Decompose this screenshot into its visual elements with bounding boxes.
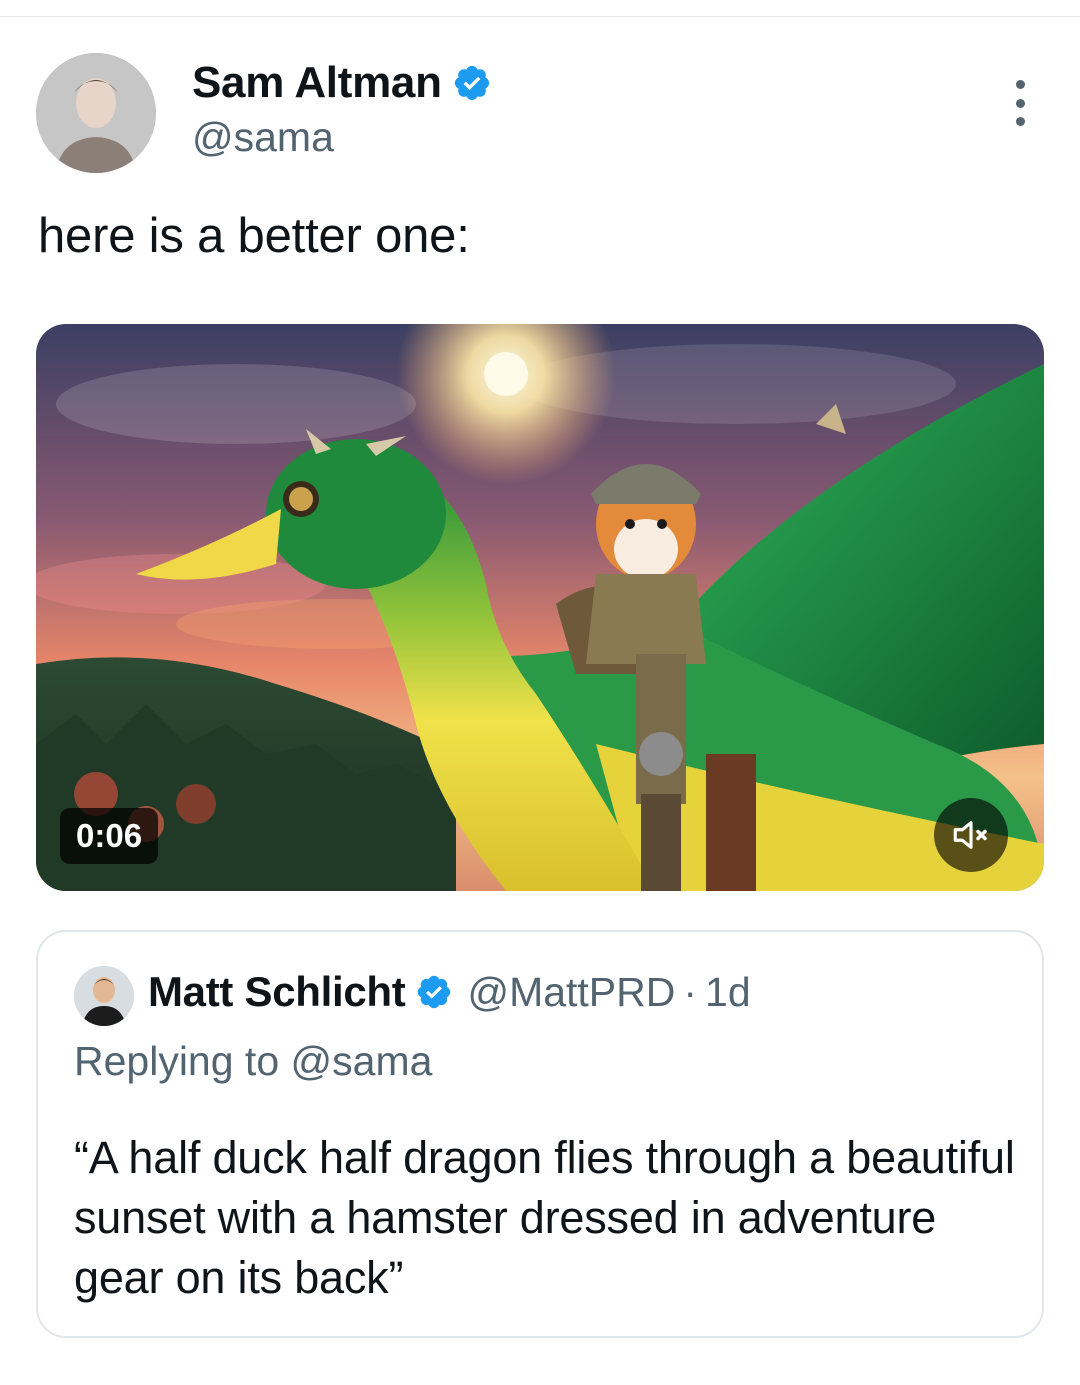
quoted-tweet-timestamp[interactable]: 1d bbox=[705, 969, 751, 1016]
separator-dot: · bbox=[683, 968, 698, 1015]
author-display-name[interactable]: Sam Altman bbox=[192, 58, 442, 108]
quoted-author-row: Matt Schlicht @MattPRD · 1d bbox=[148, 968, 751, 1016]
quoted-author-handle[interactable]: @MattPRD bbox=[467, 969, 675, 1016]
more-vertical-icon-dot bbox=[1015, 98, 1025, 108]
tweet-text: here is a better one: bbox=[38, 209, 470, 263]
top-divider bbox=[0, 16, 1080, 17]
author-avatar[interactable] bbox=[36, 53, 156, 173]
replying-to-handle-link[interactable]: @sama bbox=[291, 1038, 433, 1084]
quoted-tweet-text: “A half duck half dragon flies through a… bbox=[74, 1132, 1015, 1303]
replying-to-line: Replying to @sama bbox=[74, 1038, 432, 1085]
quoted-tweet-card[interactable]: Matt Schlicht @MattPRD · 1d Replying to … bbox=[36, 930, 1044, 1338]
verified-badge-icon bbox=[418, 975, 451, 1009]
replying-to-prefix: Replying to bbox=[74, 1038, 280, 1084]
avatar-photo bbox=[74, 966, 134, 1026]
video-duration-badge: 0:06 bbox=[60, 808, 159, 864]
video-player[interactable]: 0:06 bbox=[36, 324, 1044, 891]
video-thumbnail bbox=[36, 324, 1044, 891]
more-vertical-icon-dot bbox=[1015, 117, 1025, 126]
author-name-row: Sam Altman bbox=[192, 58, 492, 108]
quoted-author-display-name[interactable]: Matt Schlicht bbox=[148, 968, 406, 1016]
more-options-button[interactable] bbox=[1004, 80, 1036, 126]
mute-toggle-button[interactable] bbox=[934, 798, 1008, 872]
quoted-author-avatar[interactable] bbox=[74, 966, 134, 1026]
speaker-muted-icon bbox=[953, 821, 987, 849]
verified-badge-icon bbox=[454, 65, 489, 101]
avatar-photo bbox=[36, 53, 156, 173]
more-vertical-icon-dot bbox=[1015, 80, 1025, 89]
author-handle[interactable]: @sama bbox=[192, 114, 334, 161]
